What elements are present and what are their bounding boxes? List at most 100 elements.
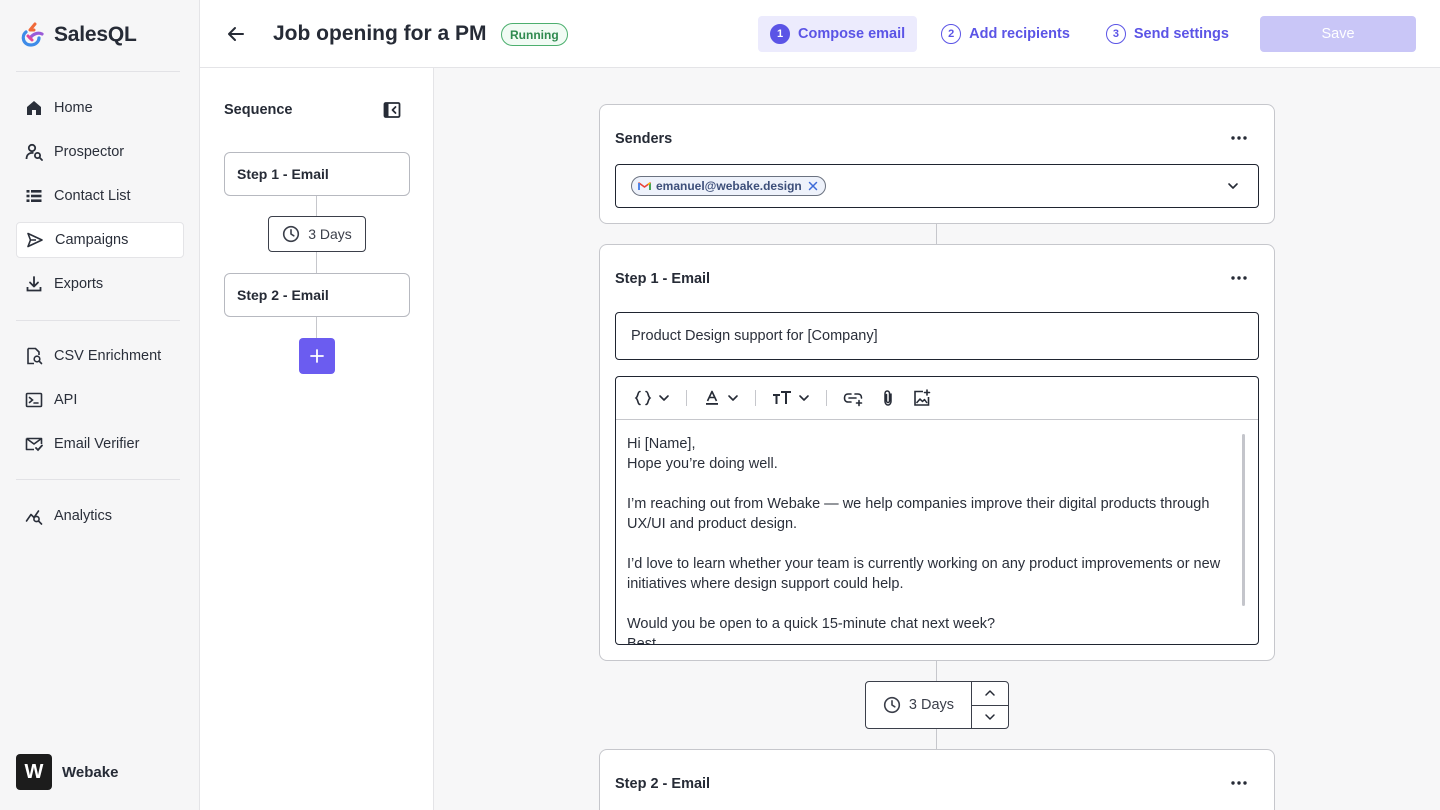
chevron-down-icon[interactable]: [1226, 179, 1240, 193]
sidebar-item-csv-enrichment[interactable]: CSV Enrichment: [16, 338, 184, 374]
step-tab-send-settings[interactable]: 3 Send settings: [1094, 16, 1241, 52]
more-horizontal-icon: [1231, 276, 1247, 280]
app-logo[interactable]: SalesQL: [20, 20, 137, 50]
step-1-menu-button[interactable]: [1230, 269, 1248, 287]
braces-icon: [634, 389, 652, 407]
paperclip-icon: [879, 389, 897, 407]
step-1-card: Step 1 - Email Product Design support fo…: [599, 244, 1275, 661]
delay-control: 3 Days: [865, 681, 1009, 729]
senders-card: Senders emanuel@webake.design: [599, 104, 1275, 224]
connector-line: [936, 661, 937, 681]
step-tab-add-recipients[interactable]: 2 Add recipients: [929, 16, 1082, 52]
delay-stepper: [972, 682, 1008, 728]
step-tab-compose-email[interactable]: 1 Compose email: [758, 16, 918, 52]
prospector-icon: [24, 142, 44, 162]
delay-decrease-button[interactable]: [972, 706, 1008, 729]
sequence-step-2[interactable]: Step 2 - Email: [224, 273, 410, 317]
sidebar-item-email-verifier[interactable]: Email Verifier: [16, 426, 184, 462]
sidebar: SalesQL Home Prospector Contact List Cam…: [0, 0, 200, 810]
more-horizontal-icon: [1231, 136, 1247, 140]
sequence-delay[interactable]: 3 Days: [268, 216, 366, 252]
workspace-switcher[interactable]: W Webake: [16, 754, 118, 790]
step-number: 1: [770, 24, 790, 44]
gmail-icon: [638, 181, 651, 191]
more-horizontal-icon: [1231, 781, 1247, 785]
wizard-steps: 1 Compose email 2 Add recipients 3 Send …: [758, 16, 1241, 52]
step-2-menu-button[interactable]: [1230, 774, 1248, 792]
sidebar-item-exports[interactable]: Exports: [16, 266, 184, 302]
variables-dropdown[interactable]: [628, 384, 676, 412]
font-size-dropdown[interactable]: [766, 384, 816, 412]
step-label: Compose email: [798, 26, 906, 42]
sequence-title: Sequence: [224, 102, 293, 118]
arrow-left-icon: [226, 24, 246, 44]
status-badge: Running: [501, 23, 568, 46]
sidebar-item-label: Exports: [54, 276, 104, 292]
text-color-dropdown[interactable]: [697, 384, 745, 412]
collapse-panel-button[interactable]: [383, 101, 401, 119]
sidebar-item-api[interactable]: API: [16, 382, 184, 418]
senders-select[interactable]: emanuel@webake.design: [615, 164, 1259, 208]
insert-image-button[interactable]: [907, 384, 937, 412]
chevron-down-icon: [798, 392, 810, 404]
sidebar-item-label: Home: [54, 100, 93, 116]
email-editor: Hi [Name], Hope you’re doing well. I’m r…: [615, 376, 1259, 645]
chevron-down-icon: [658, 392, 670, 404]
senders-menu-button[interactable]: [1230, 129, 1248, 147]
senders-title: Senders: [615, 131, 673, 147]
sidebar-item-contact-list[interactable]: Contact List: [16, 178, 184, 214]
sidebar-item-analytics[interactable]: Analytics: [16, 498, 184, 534]
connector-line: [936, 729, 937, 749]
delay-value[interactable]: 3 Days: [866, 682, 972, 728]
divider: [16, 479, 180, 480]
plus-icon: [310, 349, 324, 363]
sequence-step-1[interactable]: Step 1 - Email: [224, 152, 410, 196]
sidebar-item-label: Contact List: [54, 188, 131, 204]
add-step-button[interactable]: [299, 338, 335, 374]
subject-input[interactable]: Product Design support for [Company]: [615, 312, 1259, 360]
body-line: Hi [Name],: [627, 436, 696, 452]
connector-line: [316, 317, 317, 338]
insert-link-button[interactable]: [837, 384, 869, 412]
toolbar-divider: [755, 390, 756, 406]
editor-toolbar: [616, 377, 1258, 420]
sidebar-item-label: Campaigns: [55, 232, 129, 248]
app-name: SalesQL: [54, 23, 137, 46]
sender-email: emanuel@webake.design: [656, 179, 802, 193]
download-icon: [24, 274, 44, 294]
save-button[interactable]: Save: [1260, 16, 1416, 52]
workspace-avatar: W: [16, 754, 52, 790]
salesql-logo-icon: [20, 21, 46, 49]
font-size-icon: [772, 389, 792, 407]
sidebar-item-label: API: [54, 392, 78, 408]
sidebar-item-prospector[interactable]: Prospector: [16, 134, 184, 170]
csv-search-icon: [24, 346, 44, 366]
remove-chip-icon[interactable]: [807, 180, 819, 192]
page-title: Job opening for a PM: [273, 22, 487, 45]
editor-scrollbar[interactable]: [1242, 434, 1245, 606]
collapse-left-icon: [383, 101, 401, 119]
clock-icon: [883, 696, 901, 714]
body-line: [627, 474, 1233, 494]
body-line: I’m reaching out from Webake — we help c…: [627, 496, 1210, 532]
step-label: Send settings: [1133, 26, 1229, 42]
delay-label: 3 Days: [908, 697, 955, 713]
toolbar-divider: [826, 390, 827, 406]
workspace-name: Webake: [62, 763, 119, 781]
step-label: Add recipients: [969, 26, 1070, 42]
back-button[interactable]: [224, 22, 248, 46]
clock-icon: [282, 225, 300, 243]
link-icon: [843, 389, 863, 407]
attach-file-button[interactable]: [873, 384, 903, 412]
connector-line: [316, 196, 317, 216]
sidebar-item-campaigns[interactable]: Campaigns: [16, 222, 184, 258]
page-header: Job opening for a PM Running 1 Compose e…: [200, 0, 1440, 68]
body-line: Best,: [627, 636, 661, 645]
delay-increase-button[interactable]: [972, 682, 1008, 706]
step-1-title: Step 1 - Email: [615, 271, 711, 287]
email-body[interactable]: Hi [Name], Hope you’re doing well. I’m r…: [616, 420, 1244, 645]
terminal-icon: [24, 390, 44, 410]
sender-chip[interactable]: emanuel@webake.design: [631, 176, 826, 196]
sidebar-item-label: CSV Enrichment: [54, 348, 162, 364]
sidebar-item-home[interactable]: Home: [16, 90, 184, 126]
